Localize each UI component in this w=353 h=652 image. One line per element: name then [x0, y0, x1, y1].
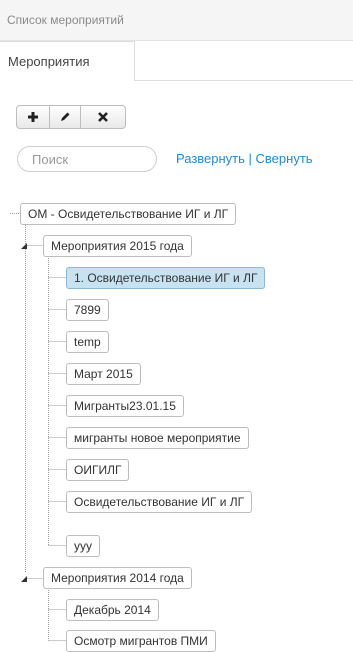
tree-group-label: Мероприятия 2015 года — [51, 239, 184, 253]
tree-item-label: temp — [74, 335, 101, 349]
tree-item-label: Осмотр мигрантов ПМИ — [74, 634, 208, 648]
tree-item[interactable]: ОИГИЛГ — [66, 459, 130, 481]
tab-events-label: Мероприятия — [8, 54, 90, 69]
tab-events[interactable]: Мероприятия — [0, 41, 135, 81]
tree-item[interactable]: ууу — [66, 535, 100, 557]
tree-root-node[interactable]: ОМ - Освидетельствование ИГ и ЛГ — [20, 203, 237, 225]
tree-group-2014[interactable]: Мероприятия 2014 года — [43, 567, 192, 589]
tree-item[interactable]: temp — [66, 331, 109, 353]
tree-item-label: 1. Освидетельствование ИГ и ЛГ — [74, 271, 258, 285]
tree-item[interactable]: мигранты новое мероприятие — [66, 427, 249, 449]
tree-item[interactable]: Осмотр мигрантов ПМИ — [66, 630, 216, 652]
collapse-toggle-2015-icon[interactable] — [20, 242, 28, 250]
tree-item-label: 7899 — [74, 303, 101, 317]
tree-item-selected[interactable]: 1. Освидетельствование ИГ и ЛГ — [66, 267, 266, 289]
tree-item[interactable]: Декабрь 2014 — [66, 599, 159, 621]
tree-item-label: Освидетельствование ИГ и ЛГ — [74, 495, 245, 509]
tree-item-label: Март 2015 — [74, 367, 133, 381]
tree-group-label: Мероприятия 2014 года — [51, 571, 184, 585]
tree-group-2015[interactable]: Мероприятия 2015 года — [43, 235, 192, 257]
tree-connectors — [10, 213, 66, 641]
tree-item-label: ОИГИЛГ — [74, 463, 122, 477]
collapse-toggle-2014-icon[interactable] — [20, 575, 28, 583]
tree-item-label: мигранты новое мероприятие — [74, 431, 241, 445]
tree-item[interactable]: Март 2015 — [66, 363, 141, 385]
tree-item-label: ууу — [74, 539, 92, 553]
tree-item[interactable]: Мигранты23.01.15 — [66, 395, 184, 417]
tree-item-label: Мигранты23.01.15 — [74, 399, 176, 413]
tree-item[interactable]: Освидетельствование ИГ и ЛГ — [66, 491, 253, 513]
tree-root-label: ОМ - Освидетельствование ИГ и ЛГ — [28, 207, 229, 221]
tree-item[interactable]: 7899 — [66, 299, 109, 321]
tree-item-label: Декабрь 2014 — [74, 603, 151, 617]
